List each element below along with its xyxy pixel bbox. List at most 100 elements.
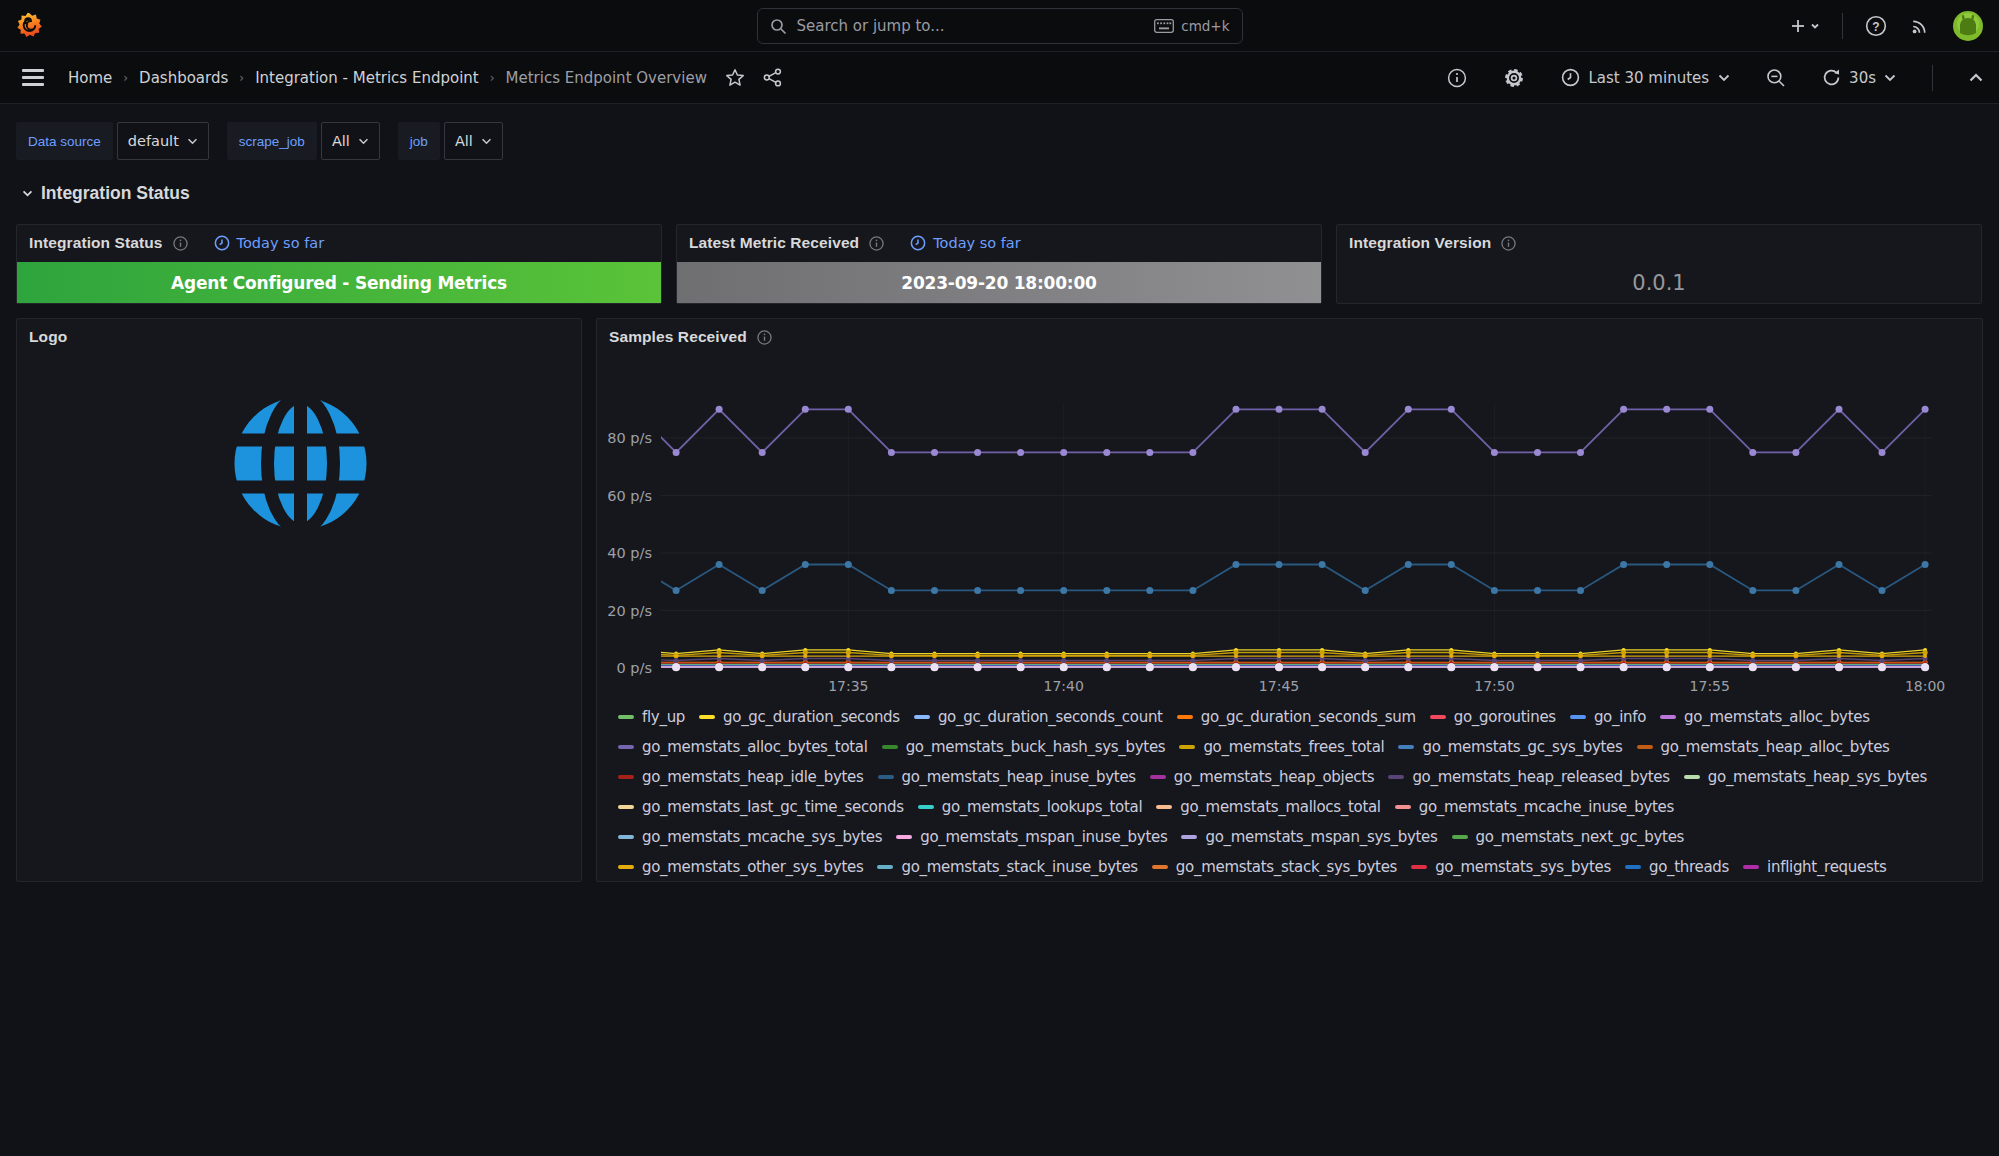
legend-series-color xyxy=(618,745,634,750)
legend-series-label: go_goroutines xyxy=(1454,708,1556,726)
scrape-job-variable-label[interactable]: scrape_job xyxy=(227,122,317,160)
legend-item[interactable]: go_memstats_next_gc_bytes xyxy=(1452,828,1685,846)
svg-text:?: ? xyxy=(1872,20,1879,34)
breadcrumb-folder[interactable]: Integration - Metrics Endpoint xyxy=(255,69,479,87)
legend-item[interactable]: go_memstats_stack_sys_bytes xyxy=(1152,858,1397,876)
legend-series-color xyxy=(1398,745,1414,750)
legend-series-color xyxy=(1177,715,1193,720)
menu-toggle-button[interactable] xyxy=(22,69,44,86)
legend-item[interactable]: go_memstats_lookups_total xyxy=(918,798,1143,816)
legend-item[interactable]: go_threads xyxy=(1625,858,1729,876)
svg-text:0 p/s: 0 p/s xyxy=(617,660,652,676)
help-button[interactable]: ? xyxy=(1865,15,1887,37)
legend-item[interactable]: go_memstats_heap_idle_bytes xyxy=(618,768,864,786)
dashboard-settings-button[interactable] xyxy=(1503,67,1525,89)
chevron-down-icon xyxy=(1718,74,1730,82)
legend-series-color xyxy=(1625,865,1641,870)
legend-series-label: go_memstats_next_gc_bytes xyxy=(1476,828,1685,846)
legend-series-color xyxy=(1388,775,1404,780)
legend-series-color xyxy=(1660,715,1676,720)
legend-item[interactable]: go_memstats_last_gc_time_seconds xyxy=(618,798,904,816)
svg-text:20 p/s: 20 p/s xyxy=(607,603,652,619)
legend-series-label: go_memstats_sys_bytes xyxy=(1435,858,1611,876)
legend-item[interactable]: go_memstats_mallocs_total xyxy=(1156,798,1380,816)
info-icon[interactable] xyxy=(869,236,884,251)
job-variable-label[interactable]: job xyxy=(398,122,440,160)
legend-item[interactable]: go_info xyxy=(1570,708,1646,726)
legend-item[interactable]: go_memstats_mcache_inuse_bytes xyxy=(1395,798,1674,816)
legend-series-label: go_memstats_gc_sys_bytes xyxy=(1422,738,1622,756)
legend-item[interactable]: go_memstats_heap_alloc_bytes xyxy=(1637,738,1890,756)
svg-text:17:45: 17:45 xyxy=(1259,678,1299,694)
legend-item[interactable]: go_gc_duration_seconds_sum xyxy=(1177,708,1416,726)
legend-series-label: go_memstats_heap_inuse_bytes xyxy=(902,768,1136,786)
legend-series-label: go_info xyxy=(1594,708,1646,726)
svg-text:40 p/s: 40 p/s xyxy=(607,545,652,561)
legend-item[interactable]: go_memstats_mspan_sys_bytes xyxy=(1181,828,1437,846)
time-shift-note[interactable]: Today so far xyxy=(910,235,1021,251)
favorite-star-button[interactable] xyxy=(725,68,745,88)
row-integration-status[interactable]: Integration Status xyxy=(16,182,1983,204)
legend-series-color xyxy=(618,715,634,720)
chevron-down-icon xyxy=(1884,74,1896,82)
svg-text:18:00: 18:00 xyxy=(1905,678,1945,694)
legend-series-color xyxy=(877,865,893,870)
grafana-logo[interactable] xyxy=(16,12,43,39)
add-new-button[interactable] xyxy=(1790,18,1820,34)
scrape-job-variable-value[interactable]: All xyxy=(321,122,380,160)
legend-item[interactable]: go_memstats_heap_released_bytes xyxy=(1388,768,1669,786)
legend-series-label: go_memstats_heap_objects xyxy=(1174,768,1375,786)
zoom-out-button[interactable] xyxy=(1766,68,1786,88)
legend-item[interactable]: go_memstats_stack_inuse_bytes xyxy=(877,858,1137,876)
share-button[interactable] xyxy=(763,68,782,87)
legend-series-label: go_memstats_mcache_inuse_bytes xyxy=(1419,798,1674,816)
user-avatar[interactable] xyxy=(1953,11,1983,41)
panel-title[interactable]: Logo xyxy=(29,328,67,346)
info-icon[interactable] xyxy=(1501,236,1516,251)
dashboard-info-button[interactable] xyxy=(1447,68,1467,88)
legend-series-label: go_gc_duration_seconds_count xyxy=(938,708,1163,726)
legend-item[interactable]: go_memstats_heap_sys_bytes xyxy=(1684,768,1927,786)
datasource-variable-label[interactable]: Data source xyxy=(16,122,113,160)
panel-title[interactable]: Latest Metric Received xyxy=(689,234,859,252)
legend-series-color xyxy=(618,865,634,870)
search-input[interactable]: Search or jump to... cmd+k xyxy=(757,8,1243,44)
legend-item[interactable]: go_memstats_mspan_inuse_bytes xyxy=(896,828,1167,846)
legend-item[interactable]: go_goroutines xyxy=(1430,708,1556,726)
toolbar-divider xyxy=(1932,65,1933,91)
datasource-variable-value[interactable]: default xyxy=(117,122,209,160)
collapse-toolbar-button[interactable] xyxy=(1969,73,1983,82)
legend-series-label: go_memstats_other_sys_bytes xyxy=(642,858,863,876)
breadcrumb-dashboards[interactable]: Dashboards xyxy=(139,69,228,87)
legend-item[interactable]: go_memstats_buck_hash_sys_bytes xyxy=(882,738,1166,756)
legend-item[interactable]: go_memstats_heap_objects xyxy=(1150,768,1375,786)
legend-item[interactable]: go_memstats_frees_total xyxy=(1179,738,1384,756)
legend-item[interactable]: go_memstats_mcache_sys_bytes xyxy=(618,828,882,846)
legend-item[interactable]: inflight_requests xyxy=(1743,858,1886,876)
legend-item[interactable]: go_gc_duration_seconds_count xyxy=(914,708,1163,726)
topbar-divider xyxy=(1842,13,1843,39)
legend-series-color xyxy=(914,715,930,720)
legend-item[interactable]: go_memstats_heap_inuse_bytes xyxy=(878,768,1136,786)
time-shift-note[interactable]: Today so far xyxy=(214,235,325,251)
news-button[interactable] xyxy=(1909,15,1931,37)
refresh-picker[interactable]: 30s xyxy=(1822,68,1896,87)
legend-series-color xyxy=(1684,775,1700,780)
legend-series-label: go_memstats_mallocs_total xyxy=(1180,798,1380,816)
legend-item[interactable]: go_gc_duration_seconds xyxy=(699,708,900,726)
legend-item[interactable]: fly_up xyxy=(618,708,685,726)
legend-item[interactable]: go_memstats_gc_sys_bytes xyxy=(1398,738,1622,756)
breadcrumb-home[interactable]: Home xyxy=(68,69,112,87)
legend-item[interactable]: go_memstats_alloc_bytes_total xyxy=(618,738,868,756)
legend-item[interactable]: go_memstats_sys_bytes xyxy=(1411,858,1611,876)
panel-title[interactable]: Integration Version xyxy=(1349,234,1491,252)
job-variable-value[interactable]: All xyxy=(444,122,503,160)
legend-series-label: go_memstats_heap_sys_bytes xyxy=(1708,768,1927,786)
legend-item[interactable]: go_memstats_other_sys_bytes xyxy=(618,858,863,876)
legend-series-color xyxy=(896,835,912,840)
info-icon[interactable] xyxy=(173,236,188,251)
globe-logo xyxy=(232,395,369,532)
panel-title[interactable]: Integration Status xyxy=(29,234,163,252)
legend-item[interactable]: go_memstats_alloc_bytes xyxy=(1660,708,1870,726)
time-range-picker[interactable]: Last 30 minutes xyxy=(1561,68,1731,87)
